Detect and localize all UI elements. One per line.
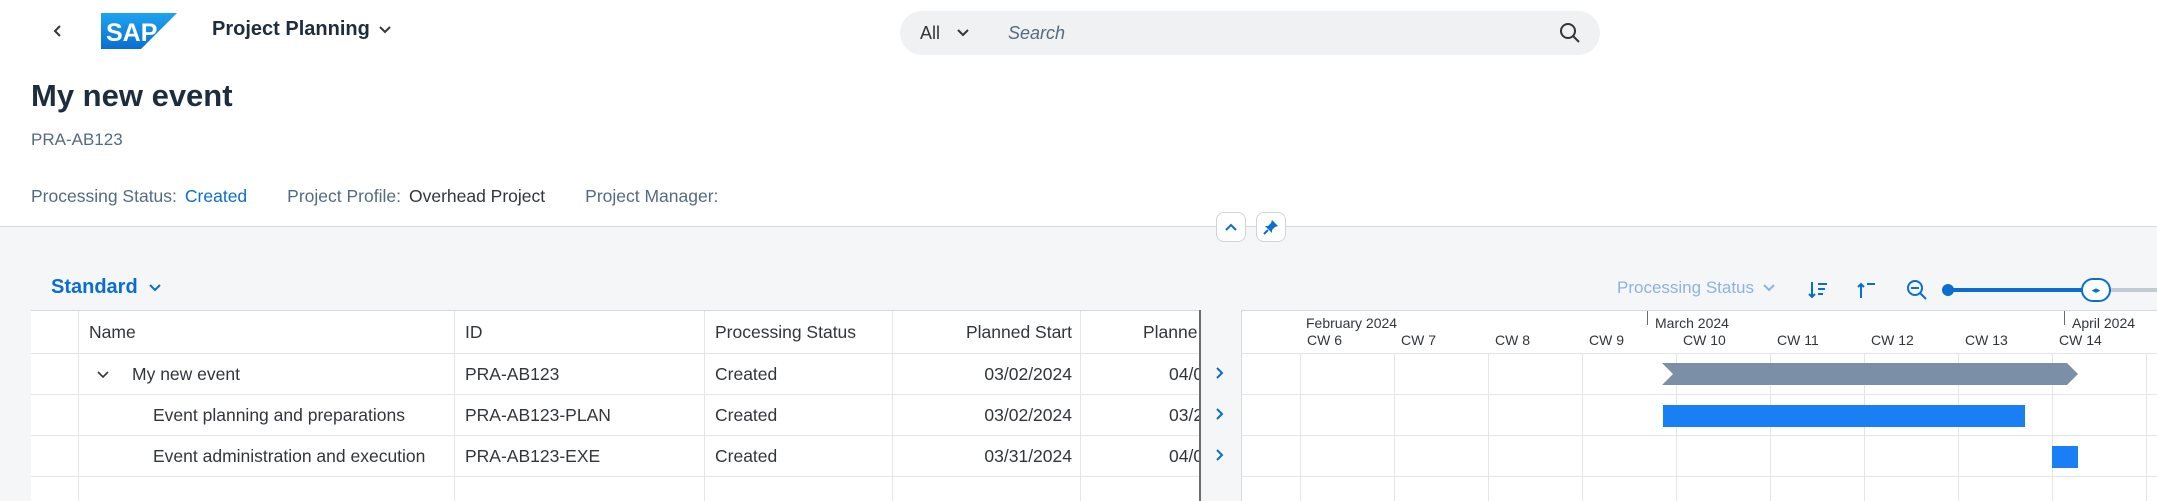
pin-icon [1263,220,1278,235]
cell-id: PRA-AB123-PLAN [465,405,611,425]
month-label: March 2024 [1655,315,1729,331]
attr-label: Project Profile: [287,186,401,206]
chevron-right-icon[interactable] [1205,434,1235,475]
zoom-out-icon[interactable] [1903,276,1931,304]
object-id: PRA-AB123 [31,130,123,149]
chevron-down-icon[interactable] [97,354,117,395]
object-header: My new event PRA-AB123 Processing Status… [0,62,2157,227]
week-label: CW 10 [1683,332,1726,348]
zoom-slider-handle[interactable]: ◂▸ [2081,278,2111,302]
back-icon[interactable] [48,17,68,45]
search-scope-value: All [920,22,941,43]
zoom-slider-start [1942,284,1954,296]
app-title: Project Planning [212,18,370,40]
cell-status: Created [715,364,778,384]
filter-select-value: Processing Status [1617,278,1755,297]
attr-project-manager: Project Manager: [585,186,726,207]
gantt-filter-select[interactable]: Processing Status [1617,278,1776,298]
svg-text:SAP: SAP [106,19,157,47]
sap-logo[interactable]: SAP [101,13,177,49]
gantt-chart: February 2024 March 2024 April 2024 CW 6… [1242,310,2157,501]
task-bar[interactable] [2052,446,2078,468]
header-planned-finish[interactable]: Planne [1143,311,1200,353]
chevron-right-icon[interactable] [1205,352,1235,393]
table-row[interactable]: Event administration and execution PRA-A… [31,435,1200,476]
week-label: CW 13 [1965,332,2008,348]
cell-name: Event planning and preparations [153,405,405,425]
search-scope-select[interactable]: All [920,11,970,55]
week-label: CW 12 [1871,332,1914,348]
chevron-down-icon [957,29,969,37]
attr-processing-status: Processing Status: Created [31,186,247,207]
task-bar[interactable] [1663,405,2025,427]
collapse-header-button[interactable] [1216,212,1246,242]
zoom-slider-rest[interactable] [2110,288,2157,292]
search-bar: All [900,11,1600,55]
month-divider [2064,311,2065,325]
cell-start: 03/02/2024 [984,364,1072,384]
sort-descending-icon[interactable] [1804,276,1832,304]
attr-project-profile: Project Profile: Overhead Project [287,186,545,207]
search-icon[interactable] [1558,21,1582,45]
attr-label: Processing Status: [31,186,177,206]
chevron-down-icon [1763,284,1775,292]
gantt-row [1242,476,2157,501]
header-planned-start[interactable]: Planned Start [893,311,1072,353]
chevron-up-icon [1225,223,1237,231]
page-title: My new event [31,78,233,113]
cell-finish: 04/0 [1169,364,1200,384]
month-divider [1647,311,1648,325]
week-label: CW 7 [1401,332,1436,348]
header-name[interactable]: Name [89,311,136,353]
pin-header-button[interactable] [1256,212,1286,242]
month-label: April 2024 [2072,315,2136,331]
header-id[interactable]: ID [465,311,483,353]
week-label: CW 6 [1307,332,1342,348]
summary-bar[interactable] [1662,363,2078,385]
cell-status: Created [715,405,778,425]
table-row[interactable]: Event planning and preparations PRA-AB12… [31,394,1200,435]
attr-value: Overhead Project [408,186,546,206]
table-row-empty [31,476,1200,501]
shell-bar: SAP Project Planning All [0,0,2157,62]
cell-finish: 04/0 [1169,446,1200,466]
variant-management[interactable]: Standard [51,276,162,299]
month-label: February 2024 [1306,315,1398,331]
cell-start: 03/02/2024 [984,405,1072,425]
project-table: Name ID Processing Status Planned Start … [31,310,1200,501]
week-label: CW 11 [1777,332,1819,348]
week-label: CW 8 [1495,332,1530,348]
app-title-menu[interactable]: Project Planning [212,18,392,41]
table-row[interactable]: My new event PRA-AB123 Created 03/02/202… [31,353,1200,394]
cell-id: PRA-AB123-EXE [465,446,601,466]
header-attributes: Processing Status: Created Project Profi… [31,186,766,207]
attr-label: Project Manager: [585,186,719,206]
variant-name: Standard [51,276,138,298]
cell-start: 03/31/2024 [984,446,1072,466]
chevron-down-icon [148,283,161,291]
gantt-row [1242,435,2157,476]
cell-name: Event administration and execution [153,446,426,466]
cell-id: PRA-AB123 [465,364,560,384]
week-label: CW 9 [1589,332,1624,348]
chevron-down-icon [379,25,391,33]
week-label: CW 14 [2059,332,2102,348]
header-processing-status[interactable]: Processing Status [715,311,856,353]
expand-up-icon[interactable] [1852,276,1880,304]
cell-name: My new event [132,364,240,384]
chevron-right-icon[interactable] [1205,393,1235,434]
search-input[interactable] [1008,17,1508,49]
processing-status-link[interactable]: Created [185,186,247,207]
cell-finish: 03/2 [1169,405,1200,425]
cell-status: Created [715,446,778,466]
